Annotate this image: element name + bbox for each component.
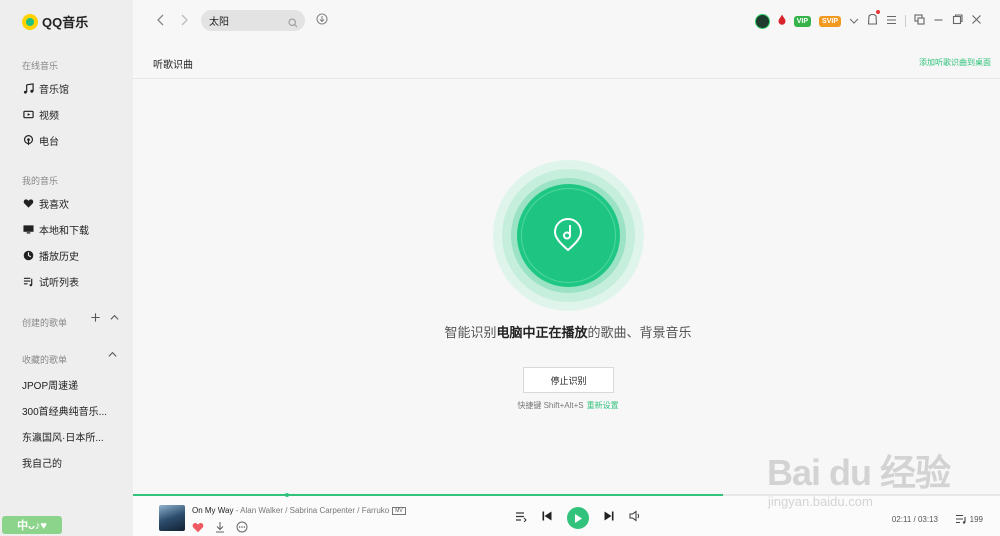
search-icon[interactable] [288, 15, 298, 33]
maximize-icon[interactable] [952, 12, 963, 30]
close-icon[interactable] [971, 12, 982, 30]
sidebar-item-label: 试听列表 [39, 277, 79, 289]
chevron-down-icon[interactable] [849, 12, 859, 30]
play-button[interactable] [567, 507, 589, 529]
add-to-desktop-link[interactable]: 添加听歌识曲到桌面 [919, 57, 991, 68]
song-artists[interactable]: - Alan Walker / Sabrina Carpenter / Farr… [233, 506, 390, 515]
sidebar-item-label: 本地和下载 [39, 225, 89, 237]
stop-recognition-button[interactable]: 停止识别 [523, 367, 614, 393]
baidu-watermark: Bai du 经验 jingyan.baidu.com [762, 428, 998, 518]
music-note-icon [22, 82, 34, 94]
sidebar: QQ音乐 在线音乐 音乐馆 视频 电台 我的音乐 我喜欢 本地和下载 播放历史 … [0, 0, 133, 536]
sidebar-item-history[interactable]: 播放历史 [22, 247, 79, 263]
red-drop-icon[interactable] [778, 12, 786, 30]
sidebar-item-favorites[interactable]: 我喜欢 [22, 195, 69, 211]
description-text: 智能识别 [444, 325, 497, 340]
search-input[interactable] [209, 15, 285, 26]
clock-icon [22, 249, 34, 261]
minimize-icon[interactable] [933, 12, 944, 30]
sidebar-item-label: 视频 [39, 110, 59, 122]
sidebar-item-trial-list[interactable]: 试听列表 [22, 273, 79, 289]
previous-track-icon[interactable] [541, 509, 553, 527]
progress-buffer-marker [284, 493, 289, 497]
playlist-item[interactable]: 东瀛国风·日本所... [22, 429, 122, 444]
sidebar-item-label: 我喜欢 [39, 199, 69, 211]
radio-icon [22, 134, 34, 146]
monitor-icon [22, 223, 34, 235]
add-playlist-icon[interactable] [90, 312, 101, 326]
playlist-item[interactable]: 我自己的 [22, 455, 122, 470]
description-emphasis: 电脑中正在播放 [496, 325, 588, 340]
section-title-online: 在线音乐 [22, 61, 59, 71]
sidebar-item-music-hall[interactable]: 音乐馆 [22, 80, 69, 96]
download-icon[interactable] [214, 520, 226, 536]
collapse-collected-icon[interactable] [107, 349, 118, 363]
qq-music-logo-icon [22, 13, 38, 30]
app-logo[interactable]: QQ音乐 [22, 12, 88, 31]
sidebar-item-radio[interactable]: 电台 [22, 132, 59, 148]
page-title: 听歌识曲 [153, 60, 193, 71]
shortcut-hint: 快捷键 Shift+Alt+S 重新设置 [468, 400, 668, 411]
song-info: On My Way - Alan Walker / Sabrina Carpen… [192, 506, 417, 515]
mascot-badge[interactable]: 中ᴗ♪♥ [2, 516, 62, 534]
skin-icon[interactable] [867, 10, 880, 30]
next-track-icon[interactable] [603, 509, 615, 527]
forward-arrow-icon[interactable] [179, 13, 189, 29]
heart-icon [22, 197, 34, 209]
recognition-animation[interactable] [493, 160, 644, 311]
playlist-item[interactable]: JPOP周速递 [22, 377, 122, 392]
play-icon [575, 513, 582, 523]
user-avatar[interactable] [754, 13, 770, 29]
watermark-text: Bai du 经验 [767, 452, 951, 493]
sidebar-item-local-download[interactable]: 本地和下载 [22, 221, 89, 237]
listen-identify-icon[interactable] [316, 13, 328, 31]
section-title-created-playlists: 创建的歌单 [22, 318, 68, 328]
search-box[interactable] [201, 10, 305, 31]
watermark-url: jingyan.baidu.com [768, 494, 873, 509]
vip-badge[interactable]: VIP [793, 15, 812, 27]
shortcut-text: 快捷键 Shift+Alt+S [517, 401, 584, 410]
like-heart-icon[interactable] [192, 520, 204, 536]
reset-shortcut-link[interactable]: 重新设置 [587, 401, 619, 410]
section-title-my-music: 我的音乐 [22, 176, 59, 186]
back-arrow-icon[interactable] [156, 13, 166, 29]
top-bar: VIP SVIP [133, 0, 1000, 42]
mv-badge[interactable]: MV [392, 506, 406, 515]
toolbar-divider [905, 15, 906, 27]
more-options-icon[interactable] [236, 520, 248, 536]
app-name: QQ音乐 [42, 15, 89, 30]
volume-icon[interactable] [629, 509, 641, 527]
svip-badge[interactable]: SVIP [819, 15, 841, 27]
sidebar-item-video[interactable]: 视频 [22, 106, 59, 122]
collapse-created-icon[interactable] [109, 312, 120, 326]
sidebar-item-label: 音乐馆 [39, 84, 69, 96]
song-title[interactable]: On My Way [192, 506, 233, 515]
description-text: 的歌曲、背景音乐 [587, 325, 692, 340]
menu-icon[interactable] [886, 12, 897, 30]
page-header: 听歌识曲 添加听歌识曲到桌面 [133, 42, 1000, 79]
playlist-icon [22, 275, 34, 287]
mini-mode-icon[interactable] [914, 12, 925, 30]
album-cover[interactable] [159, 505, 185, 531]
play-order-icon[interactable] [515, 509, 527, 527]
progress-fill [133, 494, 723, 496]
sidebar-item-label: 电台 [39, 136, 59, 148]
recognition-description: 智能识别电脑中正在播放的歌曲、背景音乐 [333, 322, 803, 341]
video-icon [22, 108, 34, 120]
notification-dot [876, 10, 880, 14]
sidebar-item-label: 播放历史 [39, 251, 79, 263]
music-pin-icon [553, 218, 583, 257]
section-title-collected-playlists: 收藏的歌单 [22, 355, 68, 365]
playlist-item[interactable]: 300首经典纯音乐... [22, 403, 122, 418]
